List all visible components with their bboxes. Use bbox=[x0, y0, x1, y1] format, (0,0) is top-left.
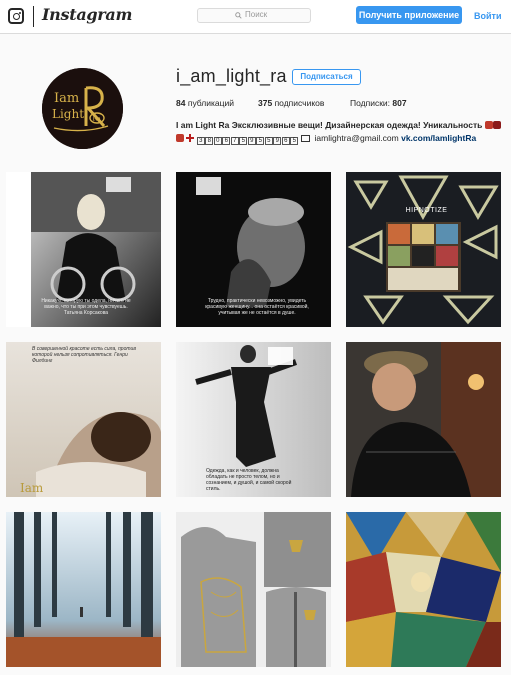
followers-count: 375 bbox=[258, 98, 273, 108]
posts-stat: 84 публикаций bbox=[176, 98, 234, 108]
post-thumbnail-3[interactable]: HIPNOTIZE bbox=[346, 172, 501, 327]
get-app-button[interactable]: Получить приложение bbox=[356, 6, 462, 24]
post-thumbnail-4[interactable]: Iam В совершенной красоте есть сила, про… bbox=[6, 342, 161, 497]
post-caption-4: В совершенной красоте есть сила, против … bbox=[32, 346, 136, 364]
post-thumbnail-9[interactable] bbox=[346, 512, 501, 667]
post-thumbnail-5[interactable]: Одежда, как и человек, должна обладать н… bbox=[176, 342, 331, 497]
svg-text:Ra: Ra bbox=[93, 116, 102, 123]
followers-stat[interactable]: 375 подписчиков bbox=[258, 98, 324, 108]
post-image-4: Iam bbox=[6, 342, 161, 497]
top-nav-bar: Instagram Поиск Получить приложение Войт… bbox=[0, 0, 511, 34]
phone-digit-box: 6 bbox=[222, 137, 231, 145]
instagram-wordmark[interactable]: Instagram bbox=[42, 5, 132, 24]
post-thumbnail-2[interactable]: Трудно, практически невозможно, увидеть … bbox=[176, 172, 331, 327]
post-thumbnail-1[interactable]: Никакую, которую ты одела, ничего не важ… bbox=[6, 172, 161, 327]
phone-digit-box: 9 bbox=[273, 137, 282, 145]
phone-digits: 380675955965 bbox=[196, 133, 299, 145]
phone-digit-box: 5 bbox=[290, 137, 299, 145]
following-label: Подписки: bbox=[350, 98, 391, 108]
posts-count: 84 bbox=[176, 98, 186, 108]
bio-email: iamlightra@gmail.com bbox=[314, 133, 399, 143]
bio-text: I am Light Ra Эксклюзивные вещи! Дизайне… bbox=[176, 120, 501, 130]
posts-label: публикаций bbox=[187, 98, 234, 108]
post-thumbnail-8[interactable] bbox=[176, 512, 331, 667]
avatar[interactable]: Iam Light Ra bbox=[42, 68, 123, 149]
post-thumbnail-7[interactable] bbox=[6, 512, 161, 667]
profile-username: i_am_light_ra bbox=[176, 66, 287, 86]
phone-digit-box: 8 bbox=[205, 137, 214, 145]
bio-line1: I am Light Ra Эксклюзивные вещи! Дизайне… bbox=[176, 120, 483, 130]
search-icon bbox=[235, 12, 242, 19]
post-image-6 bbox=[346, 342, 501, 497]
nav-divider bbox=[33, 6, 34, 27]
phone-digit-box: 5 bbox=[264, 137, 273, 145]
svg-text:Iam: Iam bbox=[54, 91, 79, 106]
search-placeholder: Поиск bbox=[245, 10, 268, 19]
post-caption-3: HIPNOTIZE bbox=[405, 207, 448, 214]
phone-digit-box: 5 bbox=[256, 137, 265, 145]
follow-button[interactable]: Подписаться bbox=[292, 69, 361, 85]
phone-digit-box: 6 bbox=[281, 137, 290, 145]
envelope-icon bbox=[301, 135, 311, 142]
followers-label: подписчиков bbox=[274, 98, 325, 108]
svg-text:Iam: Iam bbox=[20, 481, 44, 495]
avatar-logo-icon: Iam Light Ra bbox=[42, 68, 123, 149]
post-caption-2: Трудно, практически невозможно, увидеть … bbox=[205, 298, 309, 316]
post-caption-5: Одежда, как и человек, должна обладать н… bbox=[206, 468, 292, 492]
following-stat[interactable]: Подписки: 807 bbox=[350, 98, 407, 108]
following-count: 807 bbox=[392, 98, 407, 108]
bio-contact-line: 380675955965 iamlightra@gmail.com vk.com… bbox=[176, 133, 476, 145]
phone-digit-box: 0 bbox=[213, 137, 222, 145]
post-image-3 bbox=[346, 172, 501, 327]
post-image-7 bbox=[6, 512, 161, 667]
instagram-logo-icon[interactable] bbox=[8, 8, 24, 24]
post-thumbnail-6[interactable] bbox=[346, 342, 501, 497]
phone-digit-box: 5 bbox=[239, 137, 248, 145]
search-input[interactable]: Поиск bbox=[197, 8, 311, 23]
login-link[interactable]: Войти bbox=[474, 11, 501, 21]
cross-emoji-icon bbox=[186, 134, 195, 142]
phone-emoji-icon bbox=[492, 121, 501, 129]
red-square-emoji-icon bbox=[176, 134, 184, 142]
post-image-8 bbox=[176, 512, 331, 667]
phone-digit-box: 9 bbox=[247, 137, 256, 145]
phone-digit-box: 7 bbox=[230, 137, 239, 145]
post-caption-1: Никакую, которую ты одела, ничего не важ… bbox=[41, 298, 131, 316]
bio-link[interactable]: vk.com/IamlightRa bbox=[401, 133, 476, 143]
phone-digit-box: 3 bbox=[196, 137, 205, 145]
svg-text:Light: Light bbox=[52, 107, 84, 121]
post-image-9 bbox=[346, 512, 501, 667]
pepper-emoji-icon bbox=[484, 121, 493, 129]
